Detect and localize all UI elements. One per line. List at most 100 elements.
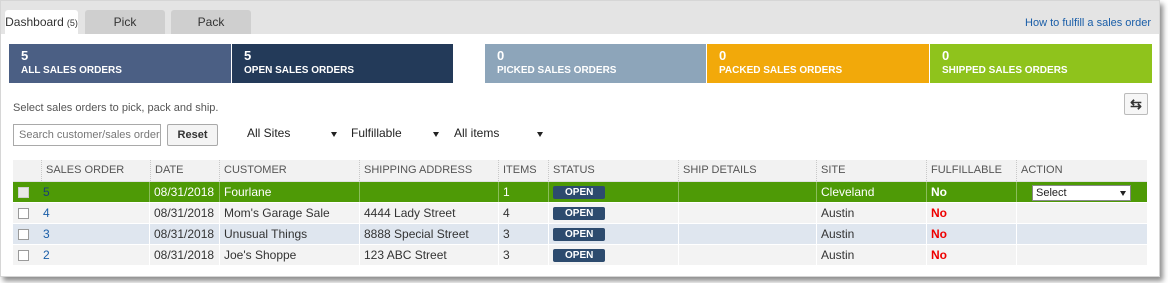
site-filter-dropdown[interactable]: All Sites bbox=[247, 126, 337, 144]
status-cell: OPEN bbox=[548, 245, 678, 265]
column-header-date[interactable]: DATE bbox=[150, 160, 222, 181]
column-header-shipping-address[interactable]: SHIPPING ADDRESS bbox=[359, 160, 499, 181]
row-checkbox[interactable] bbox=[18, 187, 29, 198]
action-cell bbox=[1016, 203, 1147, 223]
address-cell bbox=[359, 182, 498, 202]
fulfillable-cell: No bbox=[926, 182, 1016, 202]
tile-count: 0 bbox=[719, 48, 727, 63]
status-cell: OPEN bbox=[548, 182, 678, 202]
chevron-down-icon bbox=[1120, 191, 1126, 196]
date-cell: 08/31/2018 bbox=[149, 182, 219, 202]
status-badge: OPEN bbox=[553, 249, 606, 263]
fulfillable-value: No bbox=[931, 248, 947, 262]
column-header-action[interactable]: ACTION bbox=[1016, 160, 1147, 181]
table-row[interactable]: 2 08/31/2018 Joe's Shoppe 123 ABC Street… bbox=[13, 245, 1147, 266]
address-cell: 8888 Special Street bbox=[359, 224, 498, 244]
chevron-down-icon bbox=[433, 132, 439, 137]
sales-order-link[interactable]: 4 bbox=[43, 206, 50, 220]
tab-dashboard-label: Dashboard bbox=[5, 15, 64, 29]
items-cell: 3 bbox=[498, 224, 548, 244]
address-cell: 4444 Lady Street bbox=[359, 203, 498, 223]
action-select-value: Select bbox=[1036, 187, 1067, 199]
customer-cell: Mom's Garage Sale bbox=[219, 203, 359, 223]
tile-label: OPEN SALES ORDERS bbox=[244, 65, 355, 76]
items-cell: 1 bbox=[498, 182, 548, 202]
instruction-text: Select sales orders to pick, pack and sh… bbox=[13, 102, 219, 114]
tab-dashboard-count: (5) bbox=[66, 18, 78, 28]
sales-order-link[interactable]: 3 bbox=[43, 227, 50, 241]
ship-details-cell bbox=[678, 224, 816, 244]
column-header-site[interactable]: SITE bbox=[816, 160, 928, 181]
column-header-customer[interactable]: CUSTOMER bbox=[219, 160, 359, 181]
status-cell: OPEN bbox=[548, 224, 678, 244]
status-badge: OPEN bbox=[553, 186, 606, 200]
site-cell: Austin bbox=[816, 245, 926, 265]
tile-packed-sales-orders[interactable]: 0 PACKED SALES ORDERS bbox=[707, 44, 929, 83]
ship-details-cell bbox=[678, 182, 816, 202]
tab-dashboard[interactable]: Dashboard (5) bbox=[5, 10, 78, 34]
chevron-down-icon bbox=[537, 132, 543, 137]
table-row[interactable]: 4 08/31/2018 Mom's Garage Sale 4444 Lady… bbox=[13, 203, 1147, 224]
chevron-down-icon bbox=[331, 132, 337, 137]
fulfillable-value: No bbox=[931, 206, 947, 220]
tile-count: 0 bbox=[942, 48, 950, 63]
column-header-items[interactable]: ITEMS bbox=[498, 160, 548, 181]
tile-count: 5 bbox=[244, 48, 252, 63]
tile-all-sales-orders[interactable]: 5 ALL SALES ORDERS bbox=[9, 44, 231, 83]
sales-order-link[interactable]: 5 bbox=[43, 185, 50, 199]
table-row[interactable]: 3 08/31/2018 Unusual Things 8888 Special… bbox=[13, 224, 1147, 245]
sales-order-dashboard: Dashboard (5) Pick Pack How to fulfill a … bbox=[0, 0, 1160, 277]
customer-cell: Fourlane bbox=[219, 182, 359, 202]
tile-label: PICKED SALES ORDERS bbox=[497, 65, 617, 76]
sync-button[interactable]: ⇆ bbox=[1124, 93, 1148, 115]
tile-open-sales-orders[interactable]: 5 OPEN SALES ORDERS bbox=[232, 44, 453, 83]
column-header-ship-details[interactable]: SHIP DETAILS bbox=[678, 160, 816, 181]
site-cell: Austin bbox=[816, 224, 926, 244]
tab-pick[interactable]: Pick bbox=[85, 10, 165, 34]
fulfillable-cell: No bbox=[926, 203, 1016, 223]
reset-button[interactable]: Reset bbox=[167, 124, 218, 146]
action-select[interactable]: Select bbox=[1032, 185, 1131, 201]
ship-details-cell bbox=[678, 245, 816, 265]
row-checkbox[interactable] bbox=[18, 208, 29, 219]
date-cell: 08/31/2018 bbox=[149, 245, 219, 265]
customer-cell: Unusual Things bbox=[219, 224, 359, 244]
tab-bar: Dashboard (5) Pick Pack How to fulfill a … bbox=[1, 1, 1159, 34]
site-cell: Austin bbox=[816, 203, 926, 223]
help-link[interactable]: How to fulfill a sales order bbox=[1025, 17, 1151, 29]
fulfillable-filter-dropdown[interactable]: Fulfillable bbox=[351, 126, 439, 144]
status-badge: OPEN bbox=[553, 207, 606, 221]
fulfillable-value: No bbox=[931, 227, 947, 241]
date-cell: 08/31/2018 bbox=[149, 203, 219, 223]
row-checkbox[interactable] bbox=[18, 229, 29, 240]
tile-shipped-sales-orders[interactable]: 0 SHIPPED SALES ORDERS bbox=[930, 44, 1152, 83]
tile-label: ALL SALES ORDERS bbox=[21, 65, 122, 76]
column-header-fulfillable[interactable]: FULFILLABLE bbox=[926, 160, 1018, 181]
action-cell bbox=[1016, 245, 1147, 265]
tab-pack[interactable]: Pack bbox=[171, 10, 251, 34]
items-filter-value: All items bbox=[454, 126, 500, 140]
search-input[interactable] bbox=[13, 124, 161, 146]
date-cell: 08/31/2018 bbox=[149, 224, 219, 244]
sync-arrows-icon: ⇆ bbox=[1130, 96, 1142, 112]
fulfillable-cell: No bbox=[926, 224, 1016, 244]
items-cell: 3 bbox=[498, 245, 548, 265]
table-row[interactable]: 5 08/31/2018 Fourlane 1 OPEN Cleveland N… bbox=[13, 182, 1147, 203]
items-filter-dropdown[interactable]: All items bbox=[454, 126, 543, 144]
row-checkbox[interactable] bbox=[18, 250, 29, 261]
column-header-sales-order[interactable]: SALES ORDER bbox=[41, 160, 151, 181]
table-header: SALES ORDER DATE CUSTOMER SHIPPING ADDRE… bbox=[13, 160, 1147, 182]
fulfillable-value: No bbox=[931, 185, 947, 199]
status-badge: OPEN bbox=[553, 228, 606, 242]
site-filter-value: All Sites bbox=[247, 126, 291, 140]
fulfillable-filter-value: Fulfillable bbox=[351, 126, 402, 140]
column-header-status[interactable]: STATUS bbox=[548, 160, 678, 181]
tile-picked-sales-orders[interactable]: 0 PICKED SALES ORDERS bbox=[485, 44, 706, 83]
address-cell: 123 ABC Street bbox=[359, 245, 498, 265]
tile-label: PACKED SALES ORDERS bbox=[719, 65, 843, 76]
ship-details-cell bbox=[678, 203, 816, 223]
action-cell bbox=[1016, 224, 1147, 244]
status-cell: OPEN bbox=[548, 203, 678, 223]
sales-order-link[interactable]: 2 bbox=[43, 248, 50, 262]
tile-label: SHIPPED SALES ORDERS bbox=[942, 65, 1068, 76]
